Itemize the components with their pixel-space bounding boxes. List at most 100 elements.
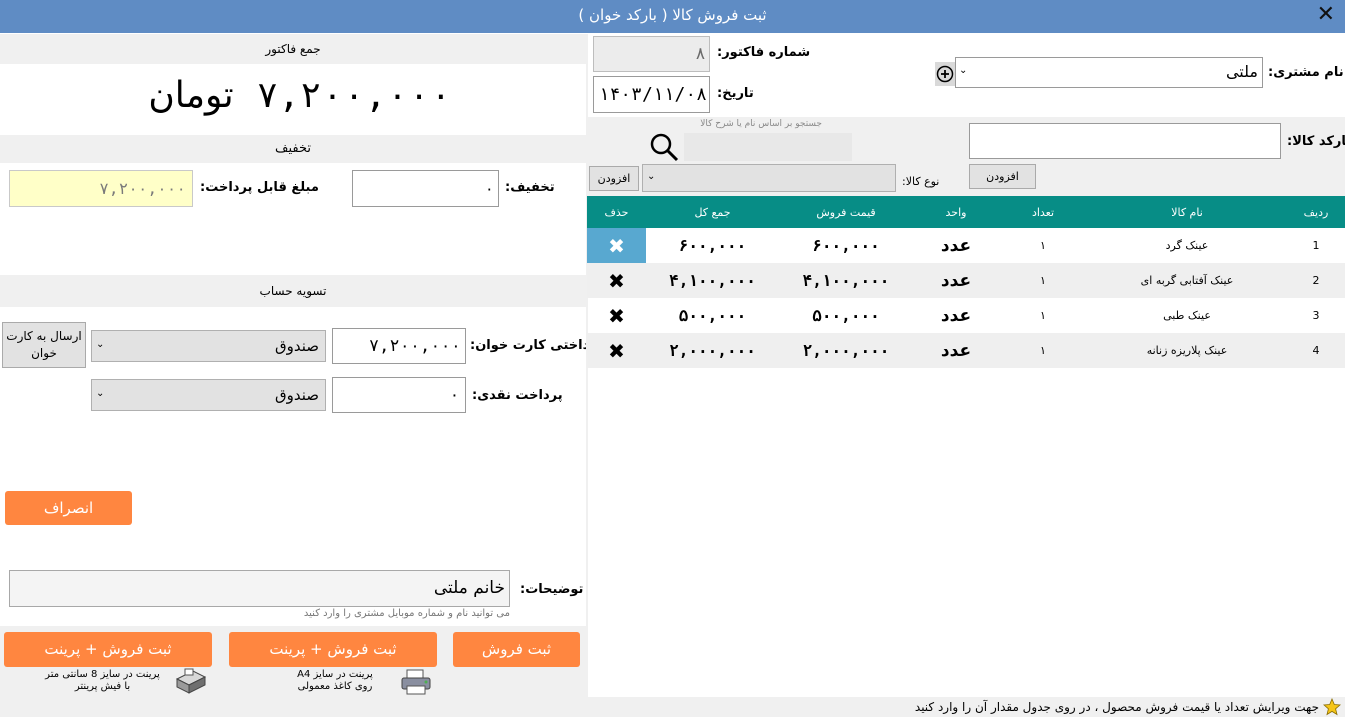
unit-cell: عدد bbox=[913, 333, 999, 368]
quantity-cell[interactable]: ۱ bbox=[999, 228, 1087, 263]
payable-amount-field: ۷,۲۰۰,۰۰۰ bbox=[9, 170, 193, 207]
barcode-label: بارکد کالا: bbox=[1287, 134, 1345, 149]
row-number-cell: 4 bbox=[1287, 333, 1345, 368]
discount-header: تخفیف bbox=[0, 135, 586, 163]
cash-account-select[interactable]: ⌄ صندوق bbox=[91, 379, 326, 411]
header-item-name: نام کالا bbox=[1087, 196, 1287, 228]
save-button[interactable]: ثبت فروش bbox=[453, 632, 580, 667]
total-amount: ۷,۲۰۰,۰۰۰ bbox=[256, 75, 452, 116]
sale-price-cell[interactable]: ۴,۱۰۰,۰۰۰ bbox=[779, 263, 913, 298]
row-number-cell: 3 bbox=[1312, 309, 1320, 322]
receipt-hint-line2: با فیش پرینتر bbox=[74, 681, 131, 692]
unit-cell: عدد bbox=[940, 305, 972, 326]
header-quantity: تعداد bbox=[999, 196, 1087, 228]
header-delete: حذف bbox=[587, 196, 646, 228]
barcode-input[interactable] bbox=[969, 123, 1281, 159]
table-row[interactable]: 1 عینک گرد ۱ عدد ۶۰۰,۰۰۰ ۶۰۰,۰۰۰ ✖ bbox=[587, 228, 1345, 263]
cash-payment-label: پرداخت نقدی: bbox=[472, 388, 563, 403]
quantity-cell[interactable]: ۱ bbox=[999, 298, 1087, 333]
close-button[interactable]: ✕ bbox=[1317, 2, 1335, 27]
window-title: ثبت فروش کالا ( بارکد خوان ) bbox=[578, 6, 767, 24]
notes-hint: می توانید نام و شماره موبایل مشتری را وا… bbox=[303, 608, 510, 619]
cash-payment-input[interactable]: ۰ bbox=[332, 377, 466, 413]
footer-hint: جهت ویرایش تعداد یا قیمت فروش محصول ، در… bbox=[914, 700, 1319, 714]
category-add-button[interactable]: افزودن bbox=[589, 166, 639, 191]
notes-label: توضیحات: bbox=[520, 582, 584, 597]
row-number-cell: 1 bbox=[1312, 239, 1320, 252]
item-name-cell: عینک گرد bbox=[1165, 239, 1209, 252]
chevron-down-icon: ⌄ bbox=[96, 339, 105, 350]
discount-input[interactable]: ۰ bbox=[352, 170, 499, 207]
add-circle-icon bbox=[936, 65, 954, 83]
a4-hint-line1: پرینت در سایز A4 bbox=[297, 669, 373, 680]
delete-row-button[interactable]: ✖ bbox=[587, 263, 646, 298]
printer-icon bbox=[400, 669, 432, 695]
delete-row-button[interactable]: ✖ bbox=[587, 333, 646, 368]
invoice-number-field: ۸ bbox=[593, 36, 710, 72]
chevron-down-icon: ⌄ bbox=[959, 65, 968, 76]
line-total-cell: ۶۰۰,۰۰۰ bbox=[678, 236, 747, 255]
line-total-cell: ۲,۰۰۰,۰۰۰ bbox=[646, 333, 779, 368]
date-label: تاریخ: bbox=[717, 86, 754, 101]
card-account-select[interactable]: ⌄ صندوق bbox=[91, 330, 326, 362]
chevron-down-icon: ⌄ bbox=[96, 388, 105, 399]
payable-label: مبلغ قابل پرداخت: bbox=[200, 180, 319, 195]
date-field[interactable]: ۱۴۰۳/۱۱/۰۸ bbox=[593, 76, 710, 113]
sale-price-cell[interactable]: ۵۰۰,۰۰۰ bbox=[779, 298, 913, 333]
table-row[interactable]: 4 عینک پلاریزه زنانه ۱ عدد ۲,۰۰۰,۰۰۰ ۲,۰… bbox=[587, 333, 1345, 368]
customer-select[interactable]: ⌄ ملتی bbox=[955, 57, 1263, 88]
quantity-cell[interactable]: ۱ bbox=[999, 333, 1087, 368]
invoice-number-label: شماره فاکتور: bbox=[717, 45, 811, 60]
item-name-cell: عینک طبی bbox=[1163, 309, 1211, 322]
customer-value: ملتی bbox=[1225, 62, 1258, 81]
table-row[interactable]: 2 عینک آفتابی گربه ای ۱ عدد ۴,۱۰۰,۰۰۰ ۴,… bbox=[587, 263, 1345, 298]
sale-price-cell[interactable]: ۲,۰۰۰,۰۰۰ bbox=[779, 333, 913, 368]
items-table: ردیف نام کالا تعداد واحد قیمت فروش جمع ک… bbox=[587, 196, 1345, 368]
table-header-row: ردیف نام کالا تعداد واحد قیمت فروش جمع ک… bbox=[587, 196, 1345, 228]
header-unit: واحد bbox=[913, 196, 999, 228]
receipt-hint-line1: پرینت در سایز 8 سانتی متر bbox=[45, 669, 160, 680]
items-table-container: ردیف نام کالا تعداد واحد قیمت فروش جمع ک… bbox=[587, 196, 1345, 368]
category-select[interactable]: ⌄ bbox=[642, 164, 896, 192]
barcode-add-button[interactable]: افزودن bbox=[969, 164, 1036, 189]
item-name-cell: عینک آفتابی گربه ای bbox=[1087, 263, 1287, 298]
a4-hint-line2: روی کاغذ معمولی bbox=[297, 681, 373, 692]
receipt-print-hint: پرینت در سایز 8 سانتی متر با فیش پرینتر bbox=[30, 669, 175, 693]
chevron-down-icon: ⌄ bbox=[647, 171, 656, 182]
title-bar: ثبت فروش کالا ( بارکد خوان ) ✕ bbox=[0, 0, 1345, 33]
quantity-cell[interactable]: ۱ bbox=[999, 263, 1087, 298]
category-label: نوع کالا: bbox=[902, 175, 940, 188]
delete-row-button[interactable]: ✖ bbox=[587, 298, 646, 333]
star-icon bbox=[1323, 698, 1341, 716]
table-row[interactable]: 3 عینک طبی ۱ عدد ۵۰۰,۰۰۰ ۵۰۰,۰۰۰ ✖ bbox=[587, 298, 1345, 333]
card-payment-label: پرداختی کارت خوان: bbox=[470, 338, 603, 353]
card-account-value: صندوق bbox=[274, 337, 319, 355]
discount-label: تخفیف: bbox=[505, 180, 555, 195]
search-icon bbox=[650, 133, 679, 162]
footer-bar: جهت ویرایش تعداد یا قیمت فروش محصول ، در… bbox=[0, 697, 1345, 717]
settlement-header: تسویه حساب bbox=[0, 275, 586, 307]
line-total-cell: ۵۰۰,۰۰۰ bbox=[678, 306, 747, 325]
add-customer-button[interactable] bbox=[935, 62, 955, 86]
invoice-total: ۷,۲۰۰,۰۰۰ تومان bbox=[100, 75, 500, 125]
search-input[interactable] bbox=[684, 133, 852, 161]
line-total-cell: ۴,۱۰۰,۰۰۰ bbox=[646, 263, 779, 298]
save-print-receipt-button[interactable]: ثبت فروش + پرینت bbox=[4, 632, 212, 667]
currency-label: تومان bbox=[148, 75, 234, 116]
receipt-printer-icon bbox=[173, 667, 207, 695]
card-payment-input[interactable]: ۷,۲۰۰,۰۰۰ bbox=[332, 328, 466, 364]
invoice-total-header: جمع فاکتور bbox=[0, 34, 586, 64]
a4-print-hint: پرینت در سایز A4 روی کاغذ معمولی bbox=[275, 669, 395, 693]
cancel-button[interactable]: انصراف bbox=[5, 491, 132, 525]
search-button[interactable] bbox=[646, 131, 682, 163]
delete-row-button[interactable]: ✖ bbox=[587, 228, 646, 263]
header-row-number: ردیف bbox=[1287, 196, 1345, 228]
notes-input[interactable]: خانم ملتی bbox=[9, 570, 510, 607]
cash-account-value: صندوق bbox=[274, 386, 319, 404]
search-hint: جستجو بر اساس نام یا شرح کالا bbox=[700, 119, 822, 129]
sale-price-cell[interactable]: ۶۰۰,۰۰۰ bbox=[779, 228, 913, 263]
send-to-card-reader-button[interactable]: ارسال به کارت خوان bbox=[2, 322, 86, 368]
save-print-a4-button[interactable]: ثبت فروش + پرینت bbox=[229, 632, 437, 667]
customer-label: نام مشتری: bbox=[1268, 65, 1344, 80]
unit-cell: عدد bbox=[940, 235, 972, 256]
